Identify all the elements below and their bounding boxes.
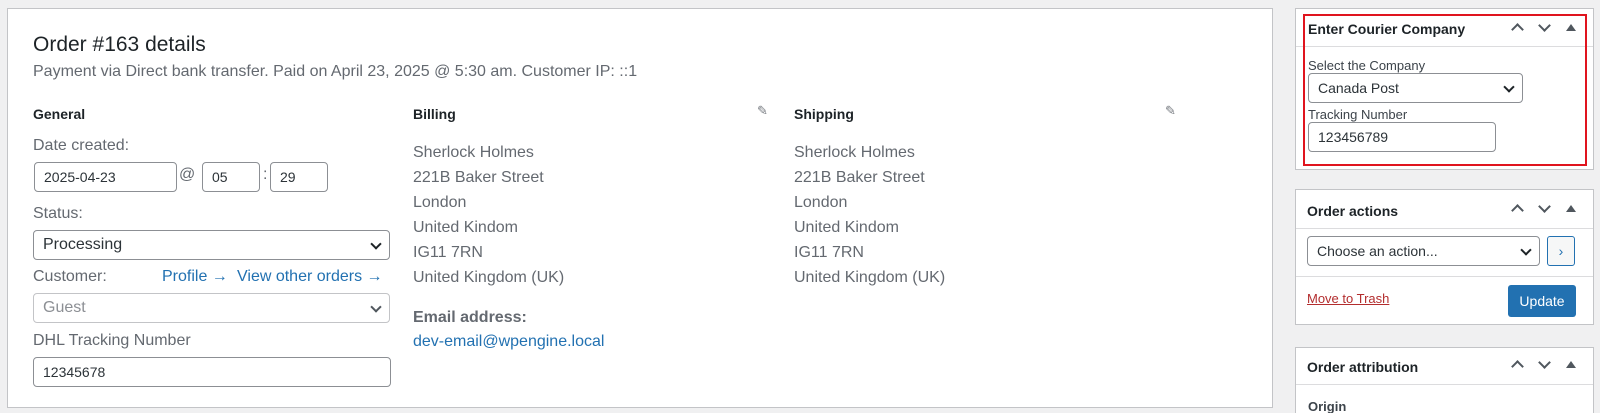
date-created-label: Date created: — [33, 137, 130, 154]
status-value: Processing — [43, 236, 123, 253]
colon-separator: : — [263, 166, 268, 183]
shipping-heading: Shipping — [794, 106, 854, 122]
edit-billing-pencil-icon[interactable]: ✎ — [757, 104, 771, 118]
shipping-line: Sherlock Holmes — [794, 144, 915, 161]
move-up-icon[interactable] — [1511, 358, 1525, 373]
billing-line: IG11 7RN — [413, 244, 483, 261]
order-actions-box: Order actions Choose an action... › Move… — [1295, 189, 1594, 325]
billing-line: United Kingdom (UK) — [413, 269, 565, 286]
billing-heading: Billing — [413, 106, 456, 122]
dhl-tracking-input[interactable]: 12345678 — [33, 357, 391, 387]
email-label: Email address: — [413, 309, 527, 326]
shipping-line: United Kindom — [794, 219, 899, 236]
chevron-down-icon — [370, 301, 382, 313]
view-other-orders-link[interactable]: View other orders → — [237, 268, 383, 286]
page-title: Order #163 details — [33, 33, 206, 56]
billing-line: Sherlock Holmes — [413, 144, 534, 161]
apply-action-button[interactable]: › — [1547, 236, 1575, 266]
at-separator: @ — [179, 166, 196, 183]
order-attribution-box: Order attribution Origin — [1295, 347, 1594, 413]
shipping-line: London — [794, 194, 848, 211]
highlight-box — [1303, 14, 1587, 166]
billing-line: London — [413, 194, 467, 211]
customer-select[interactable]: Guest — [33, 293, 390, 323]
profile-link[interactable]: Profile → — [162, 268, 228, 286]
billing-line: 221B Baker Street — [413, 169, 544, 186]
move-down-icon[interactable] — [1538, 200, 1552, 216]
order-subtitle: Payment via Direct bank transfer. Paid o… — [33, 63, 638, 80]
order-details-panel: Order #163 details Payment via Direct ba… — [7, 8, 1273, 408]
update-button[interactable]: Update — [1508, 285, 1576, 317]
order-attribution-heading: Order attribution — [1307, 359, 1419, 375]
move-down-icon[interactable] — [1538, 356, 1552, 372]
collapse-toggle-icon[interactable] — [1564, 202, 1578, 216]
minute-input[interactable]: 29 — [270, 162, 328, 192]
move-up-icon[interactable] — [1511, 202, 1525, 217]
divider — [1296, 228, 1593, 229]
customer-value: Guest — [43, 299, 86, 316]
order-action-select[interactable]: Choose an action... — [1307, 236, 1540, 266]
shipping-address: Sherlock Holmes 221B Baker Street London… — [794, 140, 945, 290]
shipping-line: United Kingdom (UK) — [794, 269, 946, 286]
chevron-down-icon — [1520, 244, 1532, 256]
hour-input[interactable]: 05 — [202, 162, 260, 192]
billing-line: United Kindom — [413, 219, 518, 236]
divider — [1296, 276, 1593, 277]
date-created-input[interactable]: 2025-04-23 — [34, 162, 177, 192]
origin-label: Origin — [1308, 399, 1347, 413]
edit-shipping-pencil-icon[interactable]: ✎ — [1165, 104, 1179, 118]
shipping-line: 221B Baker Street — [794, 169, 925, 186]
billing-address: Sherlock Holmes 221B Baker Street London… — [413, 140, 564, 290]
status-label: Status: — [33, 205, 83, 222]
order-actions-heading: Order actions — [1307, 203, 1399, 219]
chevron-down-icon — [370, 238, 382, 250]
order-action-value: Choose an action... — [1317, 243, 1438, 259]
shipping-line: IG11 7RN — [794, 244, 864, 261]
general-heading: General — [33, 106, 86, 122]
status-select[interactable]: Processing — [33, 230, 390, 260]
collapse-toggle-icon[interactable] — [1564, 358, 1578, 372]
email-link[interactable]: dev-email@wpengine.local — [413, 333, 604, 351]
customer-label: Customer: — [33, 268, 107, 285]
divider — [1296, 384, 1593, 385]
move-to-trash-link[interactable]: Move to Trash — [1307, 291, 1389, 306]
dhl-tracking-label: DHL Tracking Number — [33, 332, 191, 349]
